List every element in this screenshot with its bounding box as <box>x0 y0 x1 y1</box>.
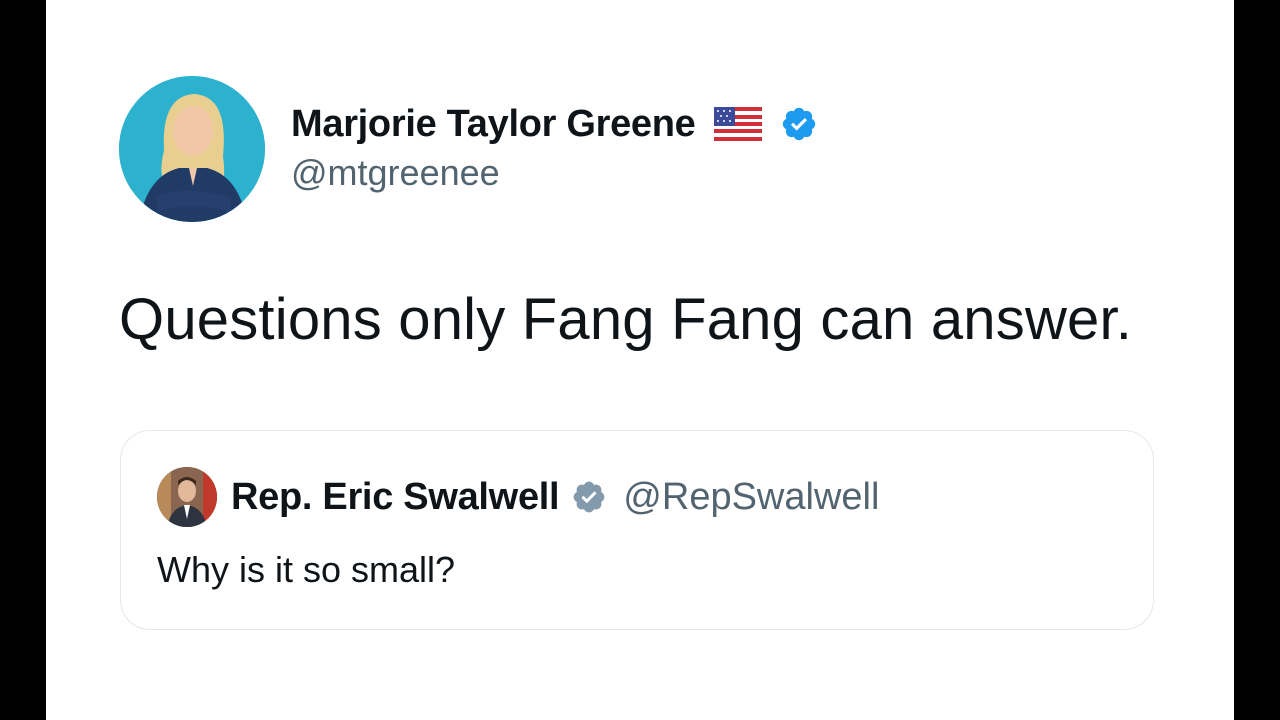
quoted-tweet-text: Why is it so small? <box>157 549 456 590</box>
quoted-author-avatar[interactable] <box>157 467 217 527</box>
quoted-tweet-card[interactable]: Rep. Eric Swalwell @RepSwalwell Why is i… <box>120 430 1154 630</box>
author-name[interactable]: Marjorie Taylor Greene <box>291 103 696 146</box>
author-name-row: Marjorie Taylor Greene <box>291 96 818 152</box>
author-handle[interactable]: @mtgreenee <box>291 152 500 194</box>
screen: Marjorie Taylor Greene @mtgreenee Questi… <box>0 0 1280 720</box>
author-avatar[interactable] <box>119 76 265 222</box>
verified-badge-icon <box>780 105 818 143</box>
tweet-text: Questions only Fang Fang can answer. <box>119 287 1133 352</box>
verified-badge-icon <box>571 479 607 515</box>
quoted-author-handle[interactable]: @RepSwalwell <box>623 476 879 519</box>
quoted-author-avatar-image <box>157 467 217 527</box>
quoted-tweet-header: Rep. Eric Swalwell @RepSwalwell <box>231 471 879 523</box>
us-flag-icon <box>713 107 762 141</box>
author-avatar-image <box>119 76 265 222</box>
tweet-card: Marjorie Taylor Greene @mtgreenee Questi… <box>46 0 1234 720</box>
quoted-author-name[interactable]: Rep. Eric Swalwell <box>231 476 560 519</box>
